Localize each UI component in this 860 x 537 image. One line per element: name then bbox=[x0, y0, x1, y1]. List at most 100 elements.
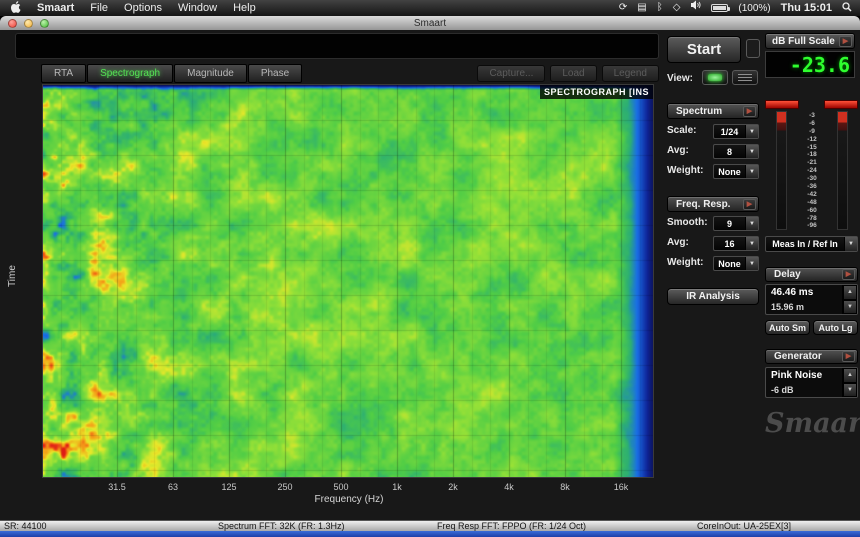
menu-item-options[interactable]: Options bbox=[124, 2, 162, 14]
frequency-axis-label: Frequency (Hz) bbox=[314, 494, 384, 505]
delay-increment-button[interactable]: ▲ bbox=[843, 285, 857, 300]
smooth-label: Smooth: bbox=[667, 217, 708, 228]
generator-increment-button[interactable]: ▲ bbox=[843, 368, 857, 383]
spectrum-avg-value: 8 bbox=[726, 146, 732, 157]
spectrum-section-header[interactable]: Spectrum ▶ bbox=[667, 103, 759, 119]
meter-left-clip-led bbox=[765, 100, 799, 109]
battery-icon[interactable] bbox=[711, 4, 731, 12]
tab-magnitude[interactable]: Magnitude bbox=[174, 63, 247, 83]
delay-section-header[interactable]: Delay ▶ bbox=[765, 267, 858, 282]
delay-m-value: 15.96 m bbox=[771, 302, 805, 312]
delay-header-label: Delay bbox=[774, 269, 801, 280]
input-routing-dropdown[interactable]: Meas In / Ref In ▼ bbox=[765, 236, 858, 252]
capture-button[interactable]: Capture... bbox=[477, 64, 546, 82]
menu-bar: Smaart File Options Window Help ⟳ ▤ ᛒ ◇ … bbox=[0, 0, 860, 16]
meter-right-bar bbox=[837, 111, 848, 230]
spectrum-weight-label: Weight: bbox=[667, 165, 704, 176]
meter-tick: -24 bbox=[807, 167, 817, 175]
view-graph-button[interactable] bbox=[702, 70, 728, 85]
load-button[interactable]: Load bbox=[550, 64, 597, 82]
spectrum-header-label: Spectrum bbox=[676, 105, 723, 117]
bluetooth-icon[interactable]: ᛒ bbox=[657, 0, 663, 16]
freq-tick: 31.5 bbox=[108, 482, 126, 492]
freq-tick: 8k bbox=[560, 482, 570, 492]
volume-icon[interactable] bbox=[690, 0, 701, 16]
generator-value-box: Pink Noise -6 dB ▲ ▼ bbox=[765, 367, 858, 398]
meter-tick: -18 bbox=[807, 151, 817, 159]
spectrograph-overlay-label: SPECTROGRAPH [INS bbox=[539, 85, 653, 99]
panel-arrow-icon: ▶ bbox=[743, 198, 756, 210]
delay-value-box: 46.46 ms 15.96 m ▲ ▼ bbox=[765, 284, 858, 315]
auto-large-button[interactable]: Auto Lg bbox=[813, 320, 858, 335]
battery-percent: (100%) bbox=[738, 2, 771, 14]
spectrum-avg-label: Avg: bbox=[667, 145, 689, 156]
spectrum-avg-dropdown[interactable]: 8 ▼ bbox=[713, 144, 759, 159]
airport-icon[interactable]: ◇ bbox=[673, 0, 681, 16]
time-axis-label: Time bbox=[7, 265, 18, 287]
scale-dropdown[interactable]: 1/24 ▼ bbox=[713, 124, 759, 139]
window-titlebar[interactable]: Smaart bbox=[0, 16, 860, 30]
spectrum-weight-value: None bbox=[718, 166, 741, 177]
panel-arrow-icon: ▶ bbox=[743, 105, 756, 117]
generator-decrement-button[interactable]: ▼ bbox=[843, 382, 857, 397]
tab-phase[interactable]: Phase bbox=[247, 63, 303, 83]
zoom-button[interactable] bbox=[40, 18, 49, 28]
desktop-background-strip bbox=[0, 531, 860, 537]
spotlight-icon[interactable] bbox=[842, 1, 852, 15]
tab-spectrograph[interactable]: Spectrograph bbox=[87, 63, 174, 83]
panel-arrow-icon: ▶ bbox=[842, 351, 855, 362]
freq-resp-section-header[interactable]: Freq. Resp. ▶ bbox=[667, 196, 759, 212]
freq-resp-weight-dropdown[interactable]: None ▼ bbox=[713, 256, 759, 271]
menu-item-window[interactable]: Window bbox=[178, 2, 217, 14]
menu-clock[interactable]: Thu 15:01 bbox=[781, 2, 832, 14]
ir-analysis-button[interactable]: IR Analysis bbox=[667, 288, 759, 305]
generator-section-header[interactable]: Generator ▶ bbox=[765, 349, 858, 364]
meter-tick: -60 bbox=[807, 206, 817, 214]
meter-tick: -48 bbox=[807, 198, 817, 206]
smooth-value: 9 bbox=[726, 218, 732, 229]
legend-button[interactable]: Legend bbox=[601, 64, 659, 82]
start-button[interactable]: Start bbox=[667, 36, 741, 63]
scale-label: Scale: bbox=[667, 125, 697, 136]
spectrum-weight-dropdown[interactable]: None ▼ bbox=[713, 164, 759, 179]
close-button[interactable] bbox=[8, 18, 17, 28]
spectrograph-canvas[interactable] bbox=[43, 85, 653, 477]
chevron-down-icon: ▼ bbox=[745, 237, 758, 250]
freq-resp-avg-label: Avg: bbox=[667, 237, 689, 248]
sync-icon[interactable]: ⟳ bbox=[619, 0, 627, 16]
battery-fill bbox=[713, 6, 727, 10]
db-full-scale-label: dB Full Scale bbox=[772, 35, 835, 47]
smaart-logo: Smaart bbox=[765, 408, 860, 439]
meter-tick: -78 bbox=[807, 214, 817, 222]
freq-resp-avg-dropdown[interactable]: 16 ▼ bbox=[713, 236, 759, 251]
menu-item-smaart[interactable]: Smaart bbox=[37, 2, 74, 14]
apple-menu-icon[interactable] bbox=[10, 0, 21, 16]
view-tabs: RTA Spectrograph Magnitude Phase Capture… bbox=[15, 63, 659, 83]
db-full-scale-button[interactable]: dB Full Scale ▶ bbox=[765, 33, 855, 49]
freq-tick: 16k bbox=[613, 482, 629, 492]
view-table-button[interactable] bbox=[732, 70, 758, 85]
menu-item-help[interactable]: Help bbox=[233, 2, 256, 14]
meter-tick: -9 bbox=[809, 127, 815, 135]
view-label: View: bbox=[667, 73, 693, 84]
freq-tick: 500 bbox=[333, 482, 349, 492]
meter-tick: -3 bbox=[809, 112, 815, 119]
tab-rta[interactable]: RTA bbox=[41, 63, 87, 83]
meter-scale: -3 -6 -9 -12 -15 -18 -21 -24 -30 -36 -42… bbox=[788, 112, 836, 230]
meter-left-bar bbox=[776, 111, 787, 230]
minimize-button[interactable] bbox=[24, 18, 33, 28]
delay-ms-value: 46.46 ms bbox=[771, 287, 814, 298]
meter-tick: -36 bbox=[807, 183, 817, 191]
spectrograph-plot: SPECTROGRAPH [INS Time 31.5 63 125 250 5… bbox=[7, 84, 654, 505]
chevron-down-icon: ▼ bbox=[745, 257, 758, 270]
menu-item-file[interactable]: File bbox=[90, 2, 108, 14]
chevron-down-icon: ▼ bbox=[745, 165, 758, 178]
freq-tick: 4k bbox=[504, 482, 514, 492]
freq-resp-weight-label: Weight: bbox=[667, 257, 704, 268]
chevron-down-icon: ▼ bbox=[745, 145, 758, 158]
delay-decrement-button[interactable]: ▼ bbox=[843, 299, 857, 314]
freq-tick: 1k bbox=[392, 482, 402, 492]
smooth-dropdown[interactable]: 9 ▼ bbox=[713, 216, 759, 231]
auto-small-button[interactable]: Auto Sm bbox=[765, 320, 810, 335]
display-icon[interactable]: ▤ bbox=[637, 0, 646, 16]
